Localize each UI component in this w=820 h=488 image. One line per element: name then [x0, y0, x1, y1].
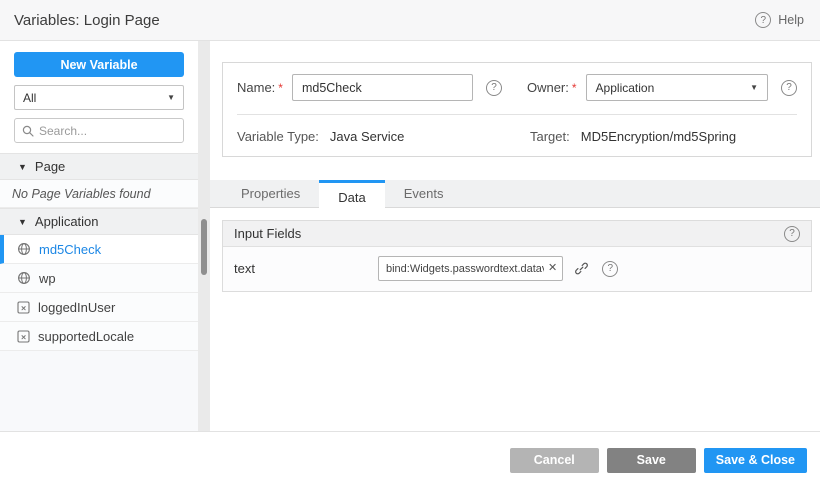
tab-data[interactable]: Data [319, 180, 384, 212]
input-field-row-text: text ✕ ? [234, 256, 800, 281]
help-button[interactable]: ? Help [755, 12, 804, 28]
variable-type-label: Variable Type: [237, 129, 319, 144]
dialog-footer: Cancel Save Save & Close [0, 431, 820, 488]
search-input[interactable] [39, 124, 176, 138]
tree-section-application-label: Application [35, 214, 99, 229]
variable-filter-select[interactable]: All ▼ [14, 85, 184, 110]
clear-binding-icon[interactable]: ✕ [548, 263, 557, 274]
variable-item-wp[interactable]: wp [0, 264, 198, 293]
variable-item-supportedlocale[interactable]: supportedLocale [0, 322, 198, 351]
owner-selected-value: Application [596, 81, 655, 95]
page-variables-empty-message: No Page Variables found [0, 180, 198, 208]
tree-section-page[interactable]: ▼ Page [0, 153, 198, 180]
variable-item-label: md5Check [39, 242, 101, 257]
help-label: Help [778, 13, 804, 27]
tree-section-page-label: Page [35, 159, 65, 174]
cancel-button[interactable]: Cancel [510, 448, 599, 473]
variable-filter-value: All [23, 91, 36, 105]
java-service-variable-icon [17, 271, 31, 285]
required-marker: * [572, 81, 577, 95]
field-help-icon[interactable]: ? [602, 261, 618, 277]
input-fields-help-icon[interactable]: ? [784, 226, 800, 242]
sidebar-spacer [0, 143, 198, 153]
target-value: MD5Encryption/md5Spring [581, 129, 736, 144]
variable-item-label: supportedLocale [38, 329, 134, 344]
help-icon: ? [755, 12, 771, 28]
required-marker: * [278, 81, 283, 95]
search-icon [22, 125, 34, 137]
chevron-down-icon: ▼ [167, 93, 175, 102]
dialog-header: Variables: Login Page ? Help [0, 0, 820, 41]
static-variable-icon [17, 301, 30, 314]
detail-tabbar: Properties Data Events [210, 180, 820, 208]
sidebar-scrollbar-thumb[interactable] [201, 219, 207, 275]
name-field[interactable] [292, 74, 473, 101]
variables-sidebar: New Variable All ▼ ▼ Page No Page Variab… [0, 41, 198, 431]
bind-expression-input-wrap: ✕ [378, 256, 563, 281]
sidebar-controls: New Variable All ▼ [0, 41, 198, 143]
tab-events[interactable]: Events [385, 180, 463, 207]
chevron-down-icon: ▼ [750, 83, 758, 92]
page-title: Variables: Login Page [14, 12, 160, 29]
name-help-icon[interactable]: ? [486, 80, 502, 96]
static-variable-icon [17, 330, 30, 343]
collapse-arrow-icon: ▼ [18, 162, 27, 172]
field-name-label: text [234, 261, 378, 276]
variable-item-label: wp [39, 271, 56, 286]
variable-type-value: Java Service [330, 129, 404, 144]
input-fields-title: Input Fields [234, 226, 301, 241]
owner-select[interactable]: Application ▼ [586, 74, 768, 101]
save-and-close-button[interactable]: Save & Close [704, 448, 807, 473]
tab-properties[interactable]: Properties [222, 180, 319, 207]
sidebar-scrollbar-track[interactable] [198, 41, 210, 431]
variable-summary-card: Name: * ? Owner: * Application ▼ ? Varia… [222, 62, 812, 157]
variable-search[interactable] [14, 118, 184, 143]
name-label: Name: [237, 80, 275, 95]
bind-link-icon[interactable] [574, 261, 589, 276]
java-service-variable-icon [17, 242, 31, 256]
variable-item-label: loggedInUser [38, 300, 115, 315]
new-variable-button[interactable]: New Variable [14, 52, 184, 77]
variable-item-md5check[interactable]: md5Check [0, 235, 198, 264]
target-label: Target: [530, 129, 570, 144]
variable-item-loggedinuser[interactable]: loggedInUser [0, 293, 198, 322]
owner-label: Owner: [527, 80, 569, 95]
bind-expression-input[interactable] [386, 263, 544, 275]
variable-detail-panel: Name: * ? Owner: * Application ▼ ? Varia… [210, 41, 820, 431]
sidebar-empty-area [0, 351, 198, 431]
input-fields-panel: Input Fields ? text ✕ ? [222, 220, 812, 292]
owner-help-icon[interactable]: ? [781, 80, 797, 96]
save-button[interactable]: Save [607, 448, 696, 473]
tree-section-application[interactable]: ▼ Application [0, 208, 198, 235]
collapse-arrow-icon: ▼ [18, 217, 27, 227]
card-divider [237, 114, 797, 115]
